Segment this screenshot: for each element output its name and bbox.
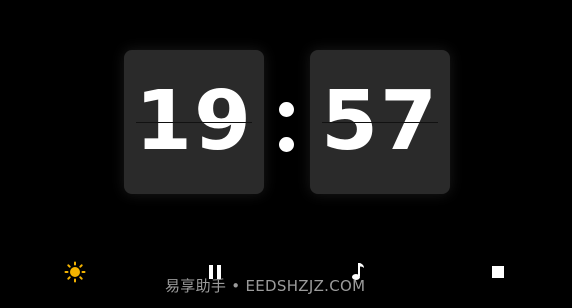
hours-card: 19 [124,50,264,194]
colon-dot-bottom [279,137,294,152]
card-split-line [322,122,438,123]
brightness-button[interactable] [63,260,87,284]
stop-icon [492,266,504,278]
sun-icon [64,261,86,283]
card-split-line [136,122,252,123]
watermark-text: 易享助手 • EEDSHZJZ.COM [165,277,366,295]
stop-button[interactable] [486,260,510,284]
minutes-card: 57 [310,50,450,194]
colon-dot-top [279,102,294,117]
